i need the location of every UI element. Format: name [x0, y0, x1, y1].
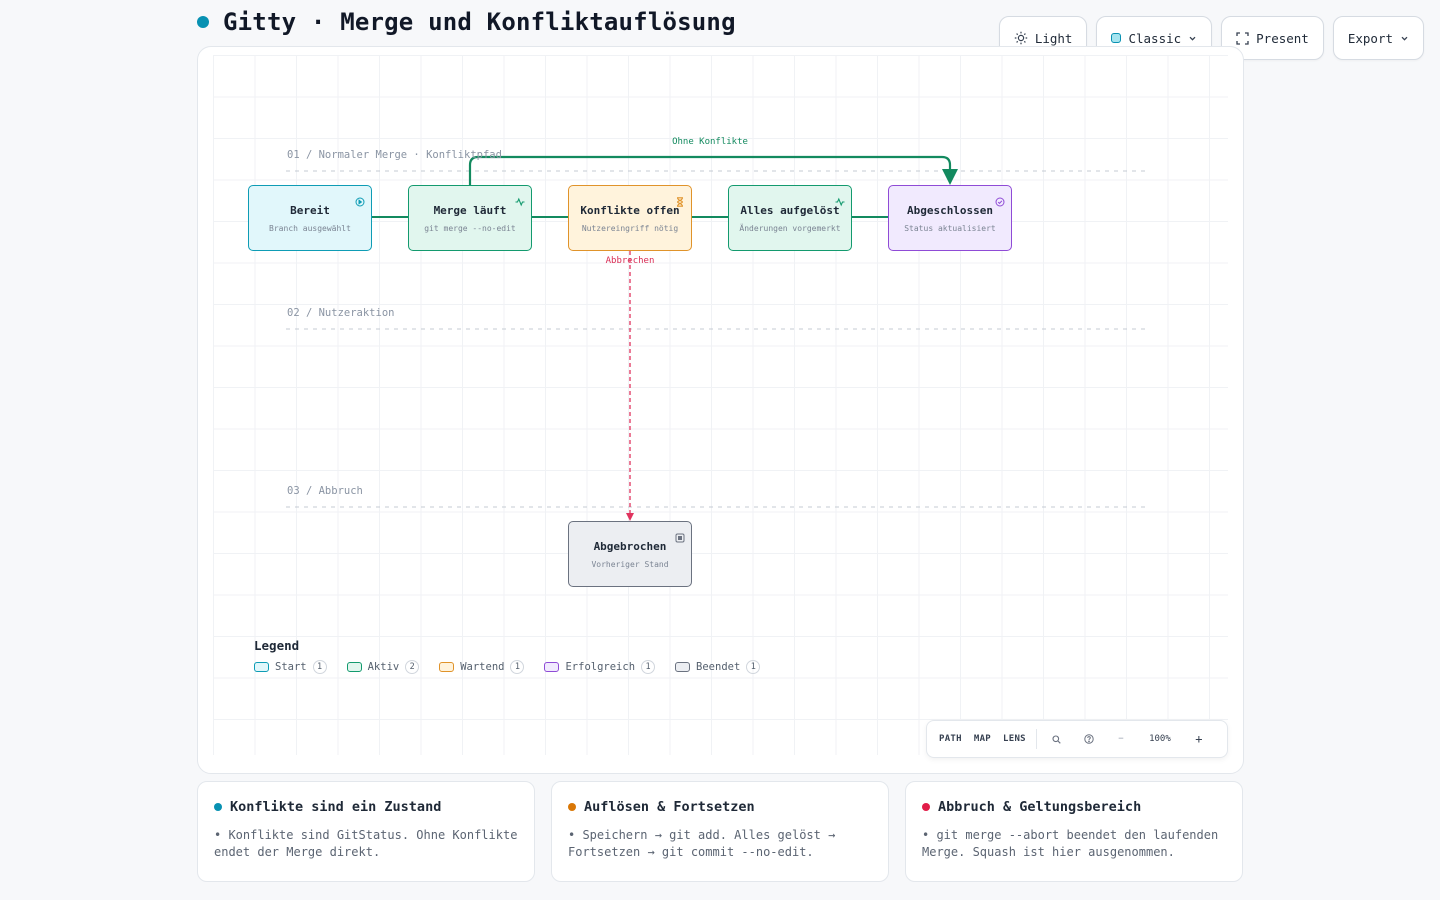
edge-merge-abgeschlossen-arrowhead — [942, 169, 958, 185]
theme-label: Light — [1034, 30, 1073, 46]
page-header: Gitty · Merge und Konfliktauflösung — [197, 4, 736, 40]
search-icon[interactable] — [1041, 734, 1073, 744]
node-subtitle: Nutzereingriff nötig — [581, 223, 679, 233]
node-title: Alles aufgelöst — [740, 203, 840, 217]
info-card-title: Auflösen & Fortsetzen — [584, 799, 755, 815]
edge-label-abbrechen: Abbrechen — [605, 256, 655, 266]
info-card-abbruch: Abbruch & Geltungsbereich • git merge --… — [905, 781, 1243, 882]
present-label: Present — [1256, 30, 1309, 46]
node-title: Abgebrochen — [593, 539, 667, 553]
play-circle-icon — [355, 192, 365, 207]
legend-label: Aktiv — [367, 661, 400, 673]
help-icon[interactable] — [1073, 734, 1105, 744]
node-title: Abgeschlossen — [906, 203, 994, 217]
info-dot — [568, 803, 576, 811]
legend-title: Legend — [254, 638, 300, 653]
legend-count: 1 — [510, 660, 525, 674]
style-swatch — [1111, 33, 1122, 43]
node-title: Merge läuft — [433, 203, 507, 217]
info-dot — [922, 803, 930, 811]
legend-label: Wartend — [460, 661, 505, 673]
page-title: Gitty · Merge und Konfliktauflösung — [223, 8, 736, 36]
node-subtitle: git merge --no-edit — [424, 223, 516, 233]
fullscreen-icon — [1236, 31, 1249, 45]
legend-swatch — [346, 662, 362, 672]
legend-item-erfolgreich[interactable]: Erfolgreich 1 — [544, 660, 656, 674]
legend-swatch — [544, 662, 560, 672]
node-bereit[interactable]: Bereit Branch ausgewählt — [248, 185, 372, 251]
chevron-down-icon — [1400, 34, 1409, 43]
lane-label-nutzeraktion: 02 / Nutzeraktion — [287, 307, 395, 319]
info-card-title: Konflikte sind ein Zustand — [230, 799, 442, 815]
legend-count: 1 — [746, 660, 761, 674]
lens-mode-button[interactable]: LENS — [997, 734, 1032, 744]
diagram-canvas[interactable]: 01 / Normaler Merge · Konfliktpfad 02 / … — [197, 46, 1244, 774]
legend-count: 2 — [405, 660, 420, 674]
info-card-header: Abbruch & Geltungsbereich — [922, 799, 1226, 815]
style-label: Classic — [1128, 30, 1182, 46]
export-label: Export — [1347, 30, 1393, 46]
hourglass-icon — [675, 192, 685, 207]
legend-swatch — [439, 662, 455, 672]
stop-square-icon — [675, 528, 685, 543]
legend-item-wartend[interactable]: Wartend 1 — [439, 660, 525, 674]
check-circle-icon — [995, 192, 1005, 207]
info-card-text: • git merge --abort beendet den laufende… — [922, 828, 1219, 859]
node-konflikte-offen[interactable]: Konflikte offen Nutzereingriff nötig — [568, 185, 692, 251]
legend-item-beendet[interactable]: Beendet 1 — [675, 660, 761, 674]
zoom-out-button[interactable]: − — [1105, 734, 1137, 744]
edge-label-ohne-konflikte: Ohne Konflikte — [672, 137, 748, 147]
node-abgebrochen[interactable]: Abgebrochen Vorheriger Stand — [568, 521, 692, 587]
node-merge-laeuft[interactable]: Merge läuft git merge --no-edit — [408, 185, 532, 251]
legend-swatch — [254, 662, 269, 672]
sun-icon — [1014, 31, 1028, 45]
activity-icon — [835, 192, 845, 207]
lane-label-normal: 01 / Normaler Merge · Konfliktpfad — [287, 149, 502, 161]
zoom-level: 100% — [1149, 734, 1171, 744]
edge-konflikte-abgebrochen-arrowhead — [626, 513, 634, 521]
chevron-down-icon — [1188, 34, 1197, 43]
node-abgeschlossen[interactable]: Abgeschlossen Status aktualisiert — [888, 185, 1012, 251]
legend-item-aktiv[interactable]: Aktiv 2 — [346, 660, 420, 674]
legend-item-start[interactable]: Start 1 — [254, 660, 327, 674]
legend-count: 1 — [641, 660, 656, 674]
path-mode-button[interactable]: PATH — [933, 734, 968, 744]
legend: Legend Start 1 Aktiv 2 Wartend 1 Erfolgr… — [254, 638, 761, 674]
legend-swatch — [675, 662, 691, 672]
info-card-konflikte: Konflikte sind ein Zustand • Konflikte s… — [197, 781, 535, 882]
node-title: Konflikte offen — [580, 203, 680, 217]
info-card-header: Auflösen & Fortsetzen — [568, 799, 872, 815]
view-controls: PATH MAP LENS − 100% + — [926, 720, 1228, 758]
export-button[interactable]: Export — [1332, 16, 1424, 60]
info-card-text: • Konflikte sind GitStatus. Ohne Konflik… — [214, 828, 518, 859]
divider — [1035, 729, 1037, 749]
activity-icon — [515, 192, 525, 207]
node-subtitle: Änderungen vorgemerkt — [739, 223, 841, 233]
info-card-title: Abbruch & Geltungsbereich — [938, 799, 1142, 815]
map-mode-button[interactable]: MAP — [968, 734, 997, 744]
lane-label-abbruch: 03 / Abbruch — [287, 485, 363, 497]
node-title: Bereit — [290, 203, 330, 217]
zoom-in-button[interactable]: + — [1183, 732, 1215, 746]
title-dot — [197, 16, 209, 28]
node-alles-aufgeloest[interactable]: Alles aufgelöst Änderungen vorgemerkt — [728, 185, 852, 251]
info-card-aufloesen: Auflösen & Fortsetzen • Speichern → git … — [551, 781, 889, 882]
legend-label: Start — [275, 661, 307, 673]
info-dot — [214, 803, 222, 811]
legend-label: Beendet — [696, 661, 741, 673]
info-card-header: Konflikte sind ein Zustand — [214, 799, 518, 815]
legend-label: Erfolgreich — [565, 661, 636, 673]
node-subtitle: Vorheriger Stand — [591, 559, 669, 569]
node-subtitle: Branch ausgewählt — [269, 223, 351, 233]
info-card-text: • Speichern → git add. Alles gelöst → Fo… — [568, 828, 836, 859]
legend-items: Start 1 Aktiv 2 Wartend 1 Erfolgreich 1 … — [254, 660, 761, 674]
legend-count: 1 — [312, 660, 327, 674]
node-subtitle: Status aktualisiert — [904, 223, 996, 233]
